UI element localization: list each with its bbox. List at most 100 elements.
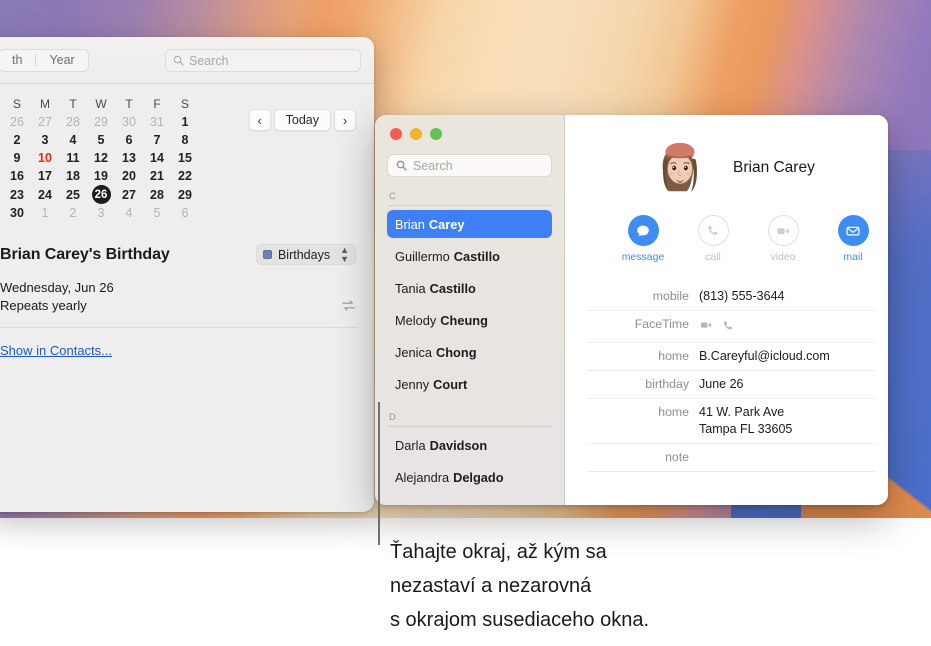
calendar-view-segmented-control[interactable]: th Year bbox=[0, 48, 89, 72]
contact-field-value[interactable]: (813) 555-3644 bbox=[699, 288, 784, 305]
calendar-body: ‹ Today › SMTWTFS 26 27 28 29 30 31 1 2 3 4 5 6 7 8 9 1… bbox=[0, 94, 374, 360]
contact-field-value[interactable]: June 26 bbox=[699, 376, 743, 393]
calendar-day-cell[interactable]: 6 bbox=[171, 204, 199, 222]
contact-list-item[interactable]: Darla Davidson bbox=[387, 431, 552, 459]
calendar-day-cell[interactable]: 1 bbox=[171, 113, 199, 131]
calendar-day-cell[interactable]: 17 bbox=[31, 167, 59, 185]
segment-month[interactable]: th bbox=[0, 50, 35, 71]
calendar-day-cell[interactable]: 31 bbox=[143, 113, 171, 131]
calendar-day-cell[interactable]: 10 bbox=[31, 149, 59, 167]
calendar-day-cell[interactable]: 7 bbox=[143, 131, 171, 149]
calendar-day-cell[interactable]: 8 bbox=[171, 131, 199, 149]
calendar-day-cell[interactable]: 2 bbox=[59, 204, 87, 222]
month-grid-body[interactable]: 26 27 28 29 30 31 1 2 3 4 5 6 7 8 9 10 11 12 13 14 15 16 17 18 1… bbox=[3, 113, 199, 222]
calendar-day-cell[interactable]: 1 bbox=[31, 204, 59, 222]
phone-handset-icon[interactable] bbox=[722, 319, 735, 337]
calendar-day-cell[interactable]: 16 bbox=[3, 167, 31, 185]
calendar-day-cell[interactable]: 11 bbox=[59, 149, 87, 167]
calendar-day-cell[interactable]: 25 bbox=[59, 185, 87, 204]
month-grid[interactable]: SMTWTFS 26 27 28 29 30 31 1 2 3 4 5 6 7 8 9 10 11 12 13 14 1… bbox=[3, 94, 199, 222]
calendar-day-cell[interactable]: 15 bbox=[171, 149, 199, 167]
contact-list-item[interactable]: Jenny Court bbox=[387, 370, 552, 398]
envelope-icon[interactable] bbox=[837, 215, 869, 246]
contact-field-value[interactable]: B.Careyful@icloud.com bbox=[699, 348, 830, 365]
calendar-day-cell[interactable]: 28 bbox=[59, 113, 87, 131]
calendar-day-cell[interactable]: 30 bbox=[3, 204, 31, 222]
contact-list-item-selected[interactable]: Brian Carey bbox=[387, 210, 552, 238]
minimize-window-button[interactable] bbox=[410, 128, 422, 140]
calendar-day-cell[interactable]: 3 bbox=[31, 131, 59, 149]
calendar-day-cell[interactable]: 26 bbox=[3, 113, 31, 131]
instruction-caption: Ťahajte okraj, až kým sa nezastaví a nez… bbox=[390, 535, 820, 637]
calendar-day-cell[interactable]: 14 bbox=[143, 149, 171, 167]
message-bubble-icon[interactable] bbox=[627, 215, 659, 246]
contact-action-video[interactable]: video bbox=[761, 215, 805, 263]
next-month-button[interactable]: › bbox=[334, 109, 356, 131]
calendar-day-cell[interactable]: 5 bbox=[87, 131, 115, 149]
video-camera-icon[interactable] bbox=[767, 215, 799, 246]
calendar-day-cell[interactable]: 24 bbox=[31, 185, 59, 204]
calendar-day-cell[interactable]: 3 bbox=[87, 204, 115, 222]
contact-field-label: note bbox=[665, 450, 689, 464]
segment-year[interactable]: Year bbox=[36, 50, 87, 71]
event-calendar-picker[interactable]: Birthdays ▲ ▼ bbox=[255, 244, 356, 265]
contact-list-item[interactable]: Tania Castillo bbox=[387, 274, 552, 302]
calendar-day-cell[interactable]: 26 bbox=[87, 185, 115, 204]
show-in-contacts-link[interactable]: Show in Contacts... bbox=[0, 343, 112, 358]
contact-list-item[interactable]: Alejandra Delgado bbox=[387, 463, 552, 491]
contact-field-row[interactable]: home B.Careyful@icloud.com bbox=[587, 343, 875, 371]
calendar-day-cell[interactable]: 29 bbox=[87, 113, 115, 131]
calendar-day-cell[interactable]: 27 bbox=[31, 113, 59, 131]
contact-field-row[interactable]: mobile (813) 555-3644 bbox=[587, 283, 875, 311]
calendar-day-cell[interactable]: 2 bbox=[3, 131, 31, 149]
contact-field-row[interactable]: note bbox=[587, 444, 875, 472]
window-traffic-lights[interactable] bbox=[387, 115, 552, 140]
calendar-day-cell[interactable]: 9 bbox=[3, 149, 31, 167]
contact-field-value[interactable]: 41 W. Park Ave Tampa FL 33605 bbox=[699, 404, 792, 438]
contact-action-mail[interactable]: mail bbox=[831, 215, 875, 263]
calendar-nav-controls[interactable]: ‹ Today › bbox=[248, 109, 356, 131]
calendar-window[interactable]: th Year Search ‹ Today › SMTWTFS 26 27 28 bbox=[0, 37, 374, 512]
calendar-day-cell[interactable]: 28 bbox=[143, 185, 171, 204]
calendar-day-cell[interactable]: 21 bbox=[143, 167, 171, 185]
contact-action-label: call bbox=[705, 251, 721, 263]
memoji-avatar[interactable] bbox=[649, 137, 711, 199]
today-button[interactable]: Today bbox=[273, 109, 331, 131]
calendar-search-field[interactable]: Search bbox=[165, 49, 361, 72]
calendar-day-cell[interactable]: 23 bbox=[3, 185, 31, 204]
contacts-group-header: D bbox=[389, 412, 552, 427]
contact-list-item[interactable]: Guillermo Castillo bbox=[387, 242, 552, 270]
contacts-list[interactable]: C Brian Carey Guillermo Castillo Tania Castill… bbox=[387, 191, 552, 491]
contact-action-row[interactable]: message call video mail bbox=[587, 215, 875, 263]
calendar-day-cell[interactable]: 20 bbox=[115, 167, 143, 185]
calendar-day-cell[interactable]: 29 bbox=[171, 185, 199, 204]
contact-list-item[interactable]: Jenica Chong bbox=[387, 338, 552, 366]
contacts-sidebar[interactable]: Search C Brian Carey Guillermo Castillo Tania… bbox=[375, 115, 565, 505]
calendar-day-cell[interactable]: 18 bbox=[59, 167, 87, 185]
close-window-button[interactable] bbox=[390, 128, 402, 140]
contacts-window[interactable]: Search C Brian Carey Guillermo Castillo Tania… bbox=[375, 115, 888, 505]
calendar-day-cell[interactable]: 4 bbox=[59, 131, 87, 149]
contact-list-item[interactable]: Melody Cheung bbox=[387, 306, 552, 334]
facetime-icons[interactable] bbox=[699, 316, 735, 337]
contact-field-row[interactable]: FaceTime bbox=[587, 311, 875, 343]
video-camera-icon[interactable] bbox=[699, 318, 713, 337]
contacts-search-field[interactable]: Search bbox=[387, 154, 552, 177]
contact-action-message[interactable]: message bbox=[621, 215, 665, 263]
previous-month-button[interactable]: ‹ bbox=[248, 109, 271, 131]
calendar-day-cell[interactable]: 12 bbox=[87, 149, 115, 167]
calendar-day-cell[interactable]: 13 bbox=[115, 149, 143, 167]
contact-field-value[interactable] bbox=[699, 316, 735, 337]
contact-field-row[interactable]: home 41 W. Park Ave Tampa FL 33605 bbox=[587, 399, 875, 444]
calendar-day-cell[interactable]: 27 bbox=[115, 185, 143, 204]
calendar-day-cell[interactable]: 6 bbox=[115, 131, 143, 149]
calendar-day-cell[interactable]: 4 bbox=[115, 204, 143, 222]
calendar-day-cell[interactable]: 30 bbox=[115, 113, 143, 131]
calendar-day-cell[interactable]: 19 bbox=[87, 167, 115, 185]
calendar-day-cell[interactable]: 22 bbox=[171, 167, 199, 185]
maximize-window-button[interactable] bbox=[430, 128, 442, 140]
contact-action-call[interactable]: call bbox=[691, 215, 735, 263]
calendar-day-cell[interactable]: 5 bbox=[143, 204, 171, 222]
phone-handset-icon[interactable] bbox=[697, 215, 729, 246]
contact-field-row[interactable]: birthday June 26 bbox=[587, 371, 875, 399]
